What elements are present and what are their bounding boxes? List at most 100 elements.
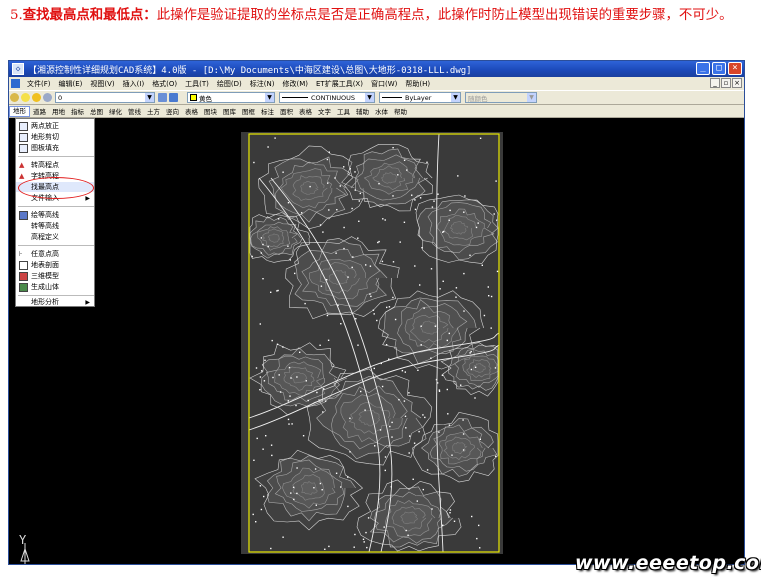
menu-file[interactable]: 文件(F) [23,79,55,89]
tab-table[interactable]: 表格 [182,106,201,116]
elevation-point [267,245,269,248]
tab-pipeline[interactable]: 管线 [125,106,144,116]
elevation-point [262,278,264,280]
tab-road[interactable]: 道路 [30,106,49,116]
tab-index[interactable]: 指标 [68,106,87,116]
elevation-point [262,448,264,450]
tab-annotation[interactable]: 标注 [258,106,277,116]
elevation-point [488,295,490,297]
menu-item-fill[interactable]: 图板填充 [16,143,94,153]
maximize-button[interactable]: □ [712,62,726,75]
elevation-point [479,137,482,139]
elevation-point [442,524,444,526]
chevron-down-icon: ▼ [265,93,274,102]
tab-library[interactable]: 图库 [220,106,239,116]
doc-minimize-button[interactable]: _ [710,78,720,88]
menu-view[interactable]: 视图(V) [86,79,118,89]
elevation-point [405,529,407,532]
menu-help[interactable]: 帮助(H) [401,79,434,89]
tab-block[interactable]: 图块 [201,106,220,116]
elevation-point [295,404,297,407]
color-select[interactable]: 黄色 ▼ [187,92,275,103]
drawing-canvas[interactable]: Y X [9,118,744,564]
menu-item-terrain-analysis[interactable]: 地形分析 ▶ [16,297,94,307]
elevation-point [462,433,465,435]
tab-table-2[interactable]: 表格 [296,106,315,116]
elevation-point [357,344,359,346]
tab-area[interactable]: 面积 [277,106,296,116]
menu-item-convert-elevation[interactable]: ▲ 转高程点 [16,160,94,170]
elevation-point [274,137,276,139]
elevation-point [262,243,264,246]
menu-item-point-elevation[interactable]: ⊦ 任意点高 [16,249,94,259]
menu-tools[interactable]: 工具(T) [181,79,213,89]
menu-dimension[interactable]: 标注(N) [246,79,279,89]
elevation-point [328,545,330,548]
menu-item-generate-mountain[interactable]: 生成山体 [16,282,94,292]
menu-edit[interactable]: 编辑(E) [55,79,87,89]
elevation-point [259,323,261,325]
tab-text[interactable]: 文字 [315,106,334,116]
menu-item-elevation-define[interactable]: 高程定义 [16,232,94,242]
elevation-point [260,508,263,511]
elevation-point [460,384,462,386]
bulb-icon[interactable] [21,93,30,102]
tab-terrain[interactable]: 地形 [9,105,30,117]
menu-draw[interactable]: 绘图(D) [213,79,246,89]
tab-frame[interactable]: 图框 [239,106,258,116]
layer-manager-icon[interactable] [10,93,19,102]
menu-express[interactable]: ET扩展工具(X) [312,79,367,89]
menu-format[interactable]: 格式(O) [148,79,181,89]
menu-item-label: 地形分析 [31,298,59,306]
document-icon[interactable] [11,79,20,88]
elevation-point [455,287,458,289]
minimize-button[interactable]: _ [696,62,710,75]
elevation-point [463,310,465,312]
lineweight-select[interactable]: ByLayer ▼ [379,92,461,103]
close-button[interactable]: × [728,62,742,75]
elevation-point [378,240,380,243]
menu-item-surface-section[interactable]: 地表剖面 [16,260,94,270]
make-current-icon[interactable] [158,93,167,102]
lock-icon[interactable] [43,93,52,102]
elevation-point [431,508,433,510]
tab-help[interactable]: 帮助 [391,106,410,116]
tab-earthwork[interactable]: 土方 [144,106,163,116]
terrain-dropdown-menu: 两点放正 地形剪切 图板填充 ▲ 转高程点 ▲ 字转高程 找最高点 文件输入 ▶ [15,118,95,307]
tab-tools[interactable]: 工具 [334,106,353,116]
menu-item-draw-contour[interactable]: 绘等高线 [16,210,94,220]
menu-item-terrain-clip[interactable]: 地形剪切 [16,132,94,142]
menu-item-3d-model[interactable]: 三维模型 [16,271,94,281]
linetype-select[interactable]: CONTINUOUS ▼ [279,92,375,103]
elevation-point [296,467,298,469]
tab-vertical[interactable]: 竖向 [163,106,182,116]
menu-item-two-point-align[interactable]: 两点放正 [16,121,94,131]
menu-modify[interactable]: 修改(M) [278,79,312,89]
tab-masterplan[interactable]: 总图 [87,106,106,116]
elevation-point [287,245,289,247]
layer-previous-icon[interactable] [169,93,178,102]
elevation-point [494,367,497,369]
tab-water[interactable]: 水体 [372,106,391,116]
sun-icon[interactable] [32,93,41,102]
elevation-point [438,389,441,391]
tab-assist[interactable]: 辅助 [353,106,372,116]
elevation-point [347,476,349,478]
menu-window[interactable]: 窗口(W) [367,79,401,89]
menu-item-convert-contour[interactable]: 转等高线 [16,221,94,231]
doc-restore-button[interactable]: ▫ [721,78,731,88]
tab-greening[interactable]: 绿化 [106,106,125,116]
elevation-point [252,513,254,516]
menu-bar: 文件(F) 编辑(E) 视图(V) 插入(I) 格式(O) 工具(T) 绘图(D… [9,77,744,90]
elevation-point [384,469,386,472]
elevation-point [324,400,327,402]
elevation-point [326,158,329,161]
elevation-point [420,344,422,346]
plotstyle-select[interactable]: 随颜色 ▼ [465,92,537,103]
layer-select[interactable]: 0 ▼ [55,92,155,103]
doc-close-button[interactable]: × [732,78,742,88]
menu-item-label: 绘等高线 [31,211,59,219]
menu-insert[interactable]: 插入(I) [119,79,149,89]
elevation-point [259,389,261,391]
tab-landuse[interactable]: 用地 [49,106,68,116]
